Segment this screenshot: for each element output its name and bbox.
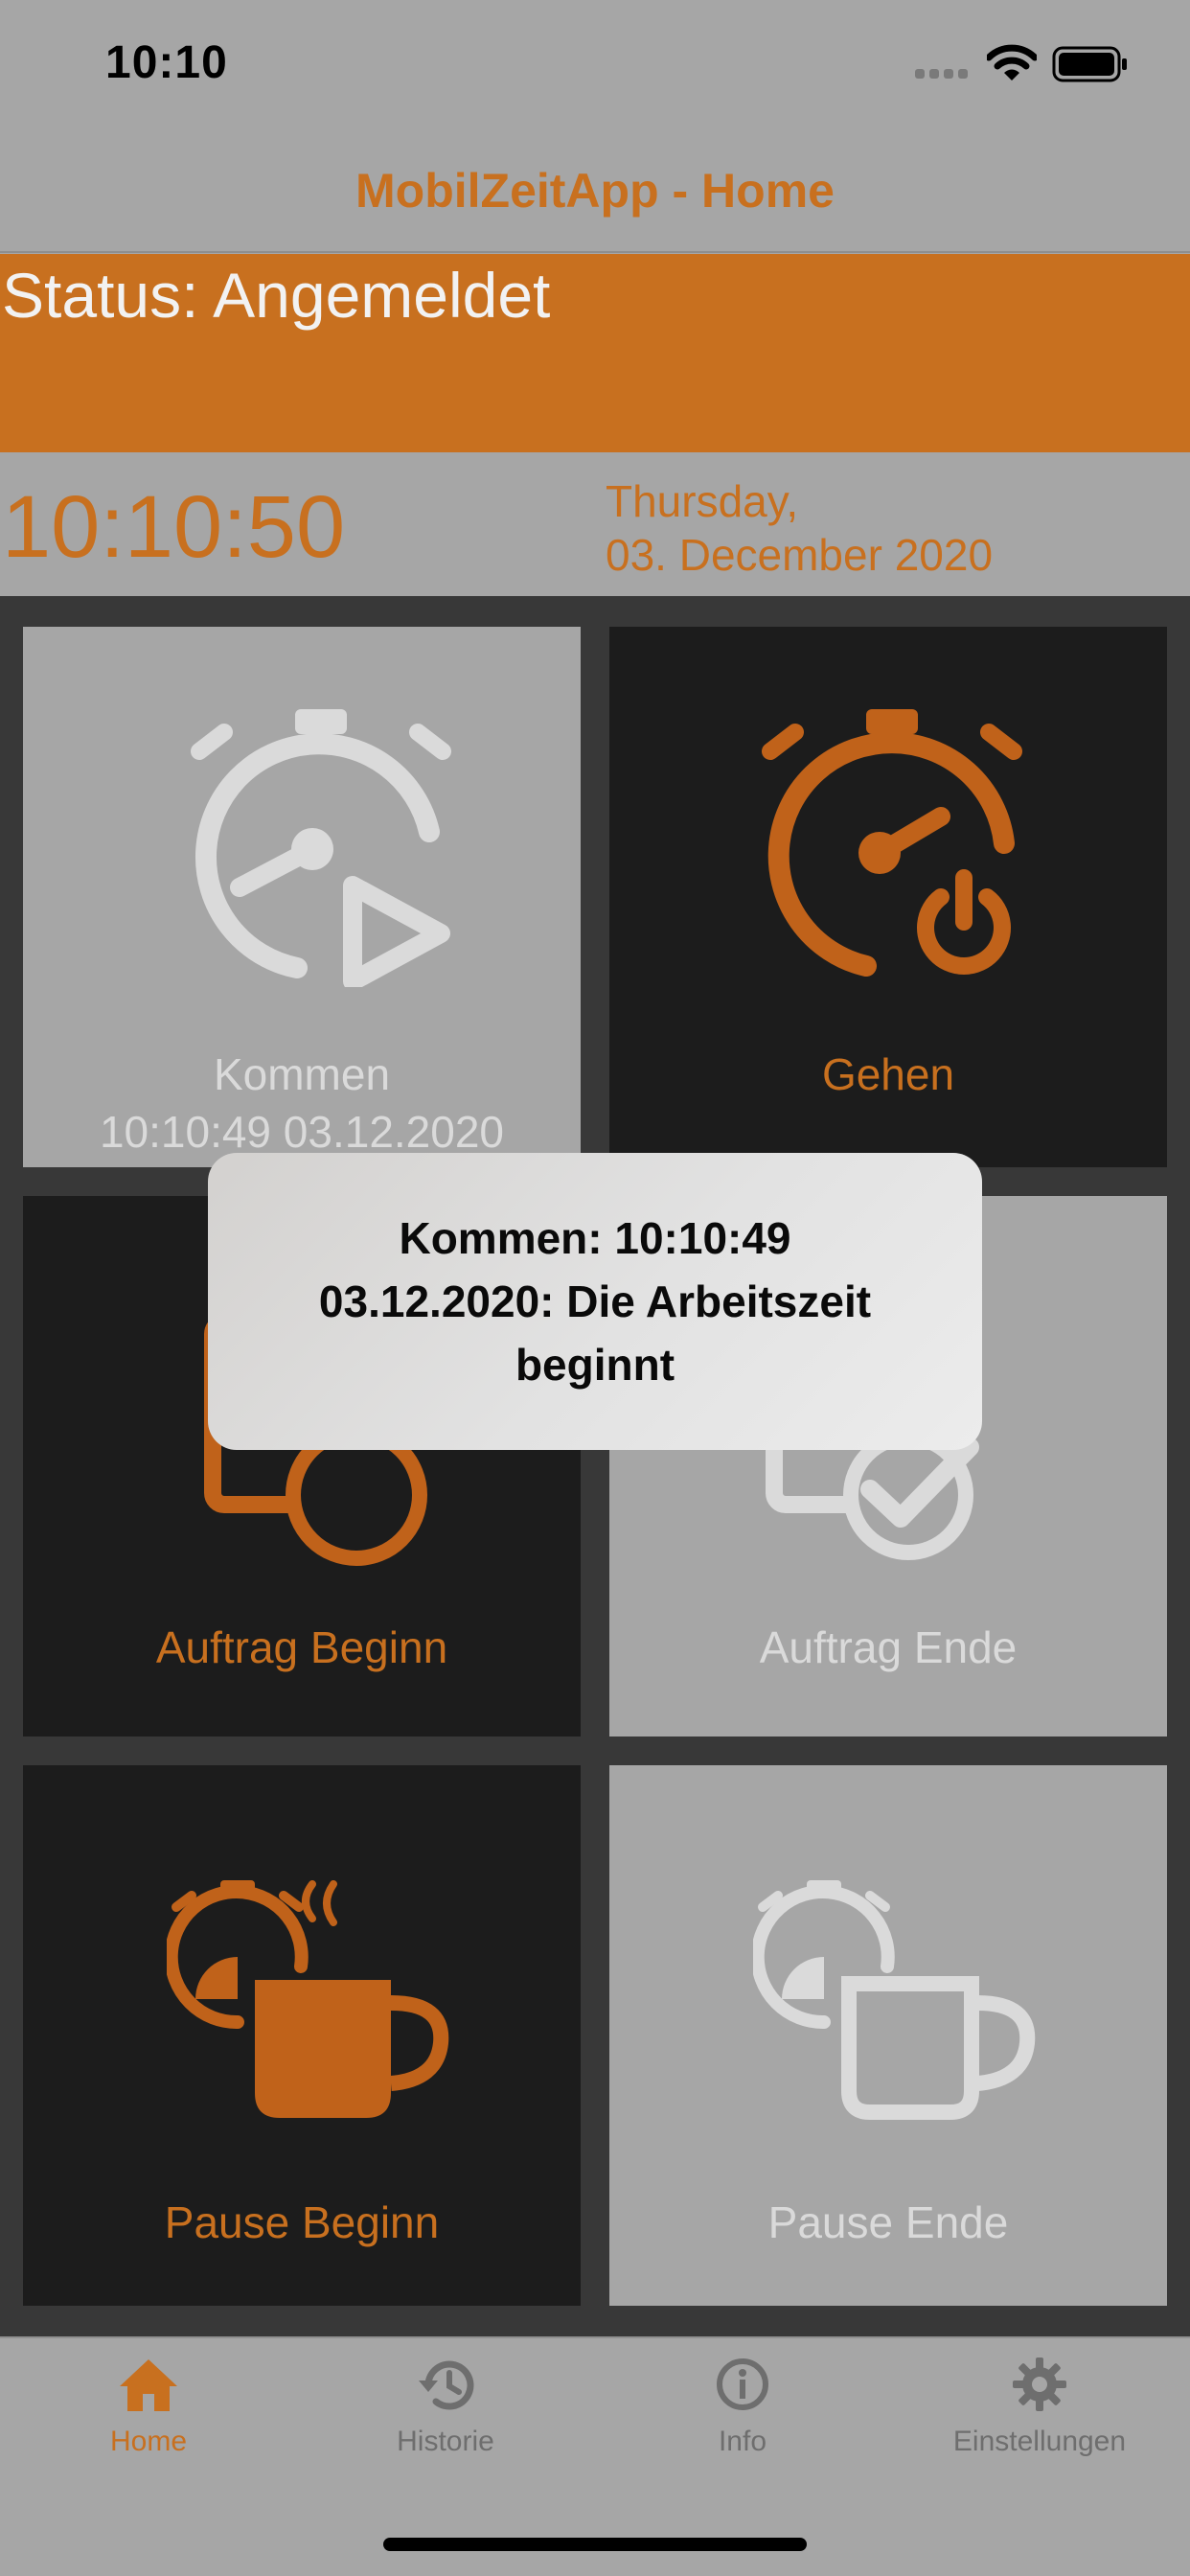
- tile-label: Auftrag Beginn: [155, 1622, 448, 1672]
- gehen-button[interactable]: Gehen: [609, 627, 1167, 1167]
- gear-icon: [1013, 2358, 1066, 2411]
- current-time: 10:10:50: [2, 478, 346, 576]
- tab-label: Home: [109, 2426, 188, 2457]
- tab-einstellungen[interactable]: Einstellungen: [891, 2356, 1188, 2458]
- tile-label: Pause Beginn: [164, 2197, 440, 2247]
- stopwatch-play-icon: [191, 709, 451, 987]
- stopwatch-power-icon: [762, 709, 1022, 977]
- tile-label: Auftrag Ende: [759, 1622, 1018, 1672]
- tile-label: Gehen: [821, 1049, 955, 1099]
- home-indicator[interactable]: [383, 2538, 807, 2551]
- tile-label: Kommen: [213, 1049, 391, 1099]
- page-title: MobilZeitApp - Home: [355, 164, 835, 218]
- tile-sublabel: 10:10:49 03.12.2020: [99, 1107, 505, 1157]
- tab-label: Info: [718, 2426, 767, 2457]
- toast-line: 03.12.2020: Die Arbeitszeit: [318, 1276, 872, 1326]
- current-weekday: Thursday,: [606, 476, 799, 526]
- tab-info[interactable]: Info: [594, 2356, 891, 2458]
- status-bar-time: 10:10: [105, 37, 228, 88]
- tab-label: Einstellungen: [952, 2426, 1127, 2457]
- signal-icon: [915, 69, 968, 79]
- tab-home[interactable]: Home: [0, 2356, 297, 2458]
- kommen-button[interactable]: Kommen 10:10:49 03.12.2020: [23, 627, 581, 1167]
- pause-beginn-button[interactable]: Pause Beginn: [23, 1765, 581, 2306]
- toast-line: beginnt: [515, 1340, 675, 1390]
- wifi-icon: [987, 44, 1037, 80]
- current-date: 03. December 2020: [606, 530, 994, 580]
- tab-label: Historie: [397, 2426, 494, 2457]
- coffee-timer-icon: [167, 1880, 449, 2118]
- info-icon: [717, 2358, 768, 2410]
- tab-historie[interactable]: Historie: [297, 2356, 594, 2458]
- tile-label: Pause Ende: [767, 2197, 1009, 2247]
- history-icon: [419, 2360, 474, 2410]
- battery-icon: [1052, 46, 1127, 82]
- navigation-bar: MobilZeitApp - Home: [0, 130, 1190, 253]
- status-text: Status: Angemeldet: [2, 260, 551, 331]
- home-icon: [120, 2359, 177, 2411]
- coffee-timer-outline-icon: [753, 1880, 1036, 2120]
- toast-line: Kommen: 10:10:49: [399, 1213, 791, 1263]
- toast-message: Kommen: 10:10:49 03.12.2020: Die Arbeits…: [208, 1153, 982, 1450]
- pause-ende-button[interactable]: Pause Ende: [609, 1765, 1167, 2306]
